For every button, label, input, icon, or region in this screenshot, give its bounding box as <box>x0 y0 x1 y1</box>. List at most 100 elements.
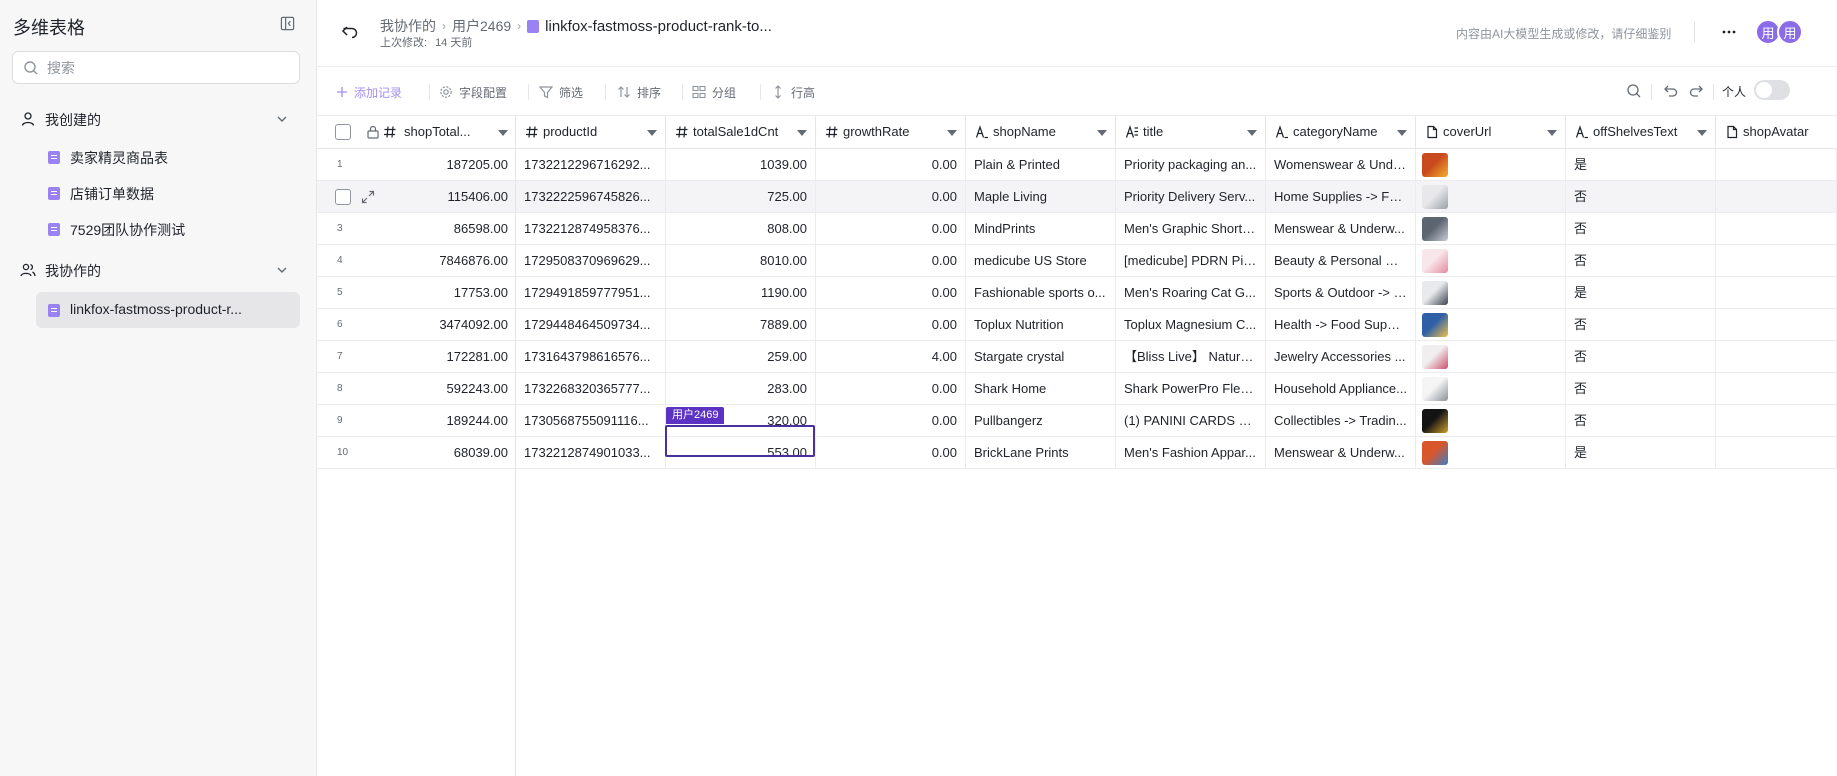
cell-title[interactable]: Men's Graphic Short-S... <box>1116 213 1266 245</box>
sidebar-item-team-test[interactable]: 7529团队协作测试 <box>36 211 300 247</box>
column-header-growthRate[interactable]: growthRate <box>816 116 966 149</box>
cell-coverUrl[interactable] <box>1416 245 1566 277</box>
cell-shopAvatar[interactable] <box>1716 341 1837 373</box>
cover-thumbnail[interactable] <box>1422 185 1448 209</box>
chevron-down-icon[interactable] <box>276 264 288 276</box>
more-icon[interactable] <box>1720 24 1738 40</box>
cell-shopName[interactable]: medicube US Store <box>966 245 1116 277</box>
field-config-button[interactable]: 字段配置 <box>439 83 507 101</box>
cell-productId[interactable]: 1732212874901033... <box>516 437 666 469</box>
cell-shopAvatar[interactable] <box>1716 437 1837 469</box>
column-header-shopTotal[interactable]: shopTotal... <box>362 116 516 149</box>
cell-offShelvesText[interactable]: 否 <box>1566 245 1716 277</box>
row-height-button[interactable]: 行高 <box>771 83 815 101</box>
cell-shopAvatar[interactable] <box>1716 245 1837 277</box>
cell-shopAvatar[interactable] <box>1716 213 1837 245</box>
cell-offShelvesText[interactable]: 否 <box>1566 373 1716 405</box>
cell-coverUrl[interactable] <box>1416 181 1566 213</box>
cell-coverUrl[interactable] <box>1416 373 1566 405</box>
cell-totalSale1dCnt[interactable]: 808.00 <box>666 213 816 245</box>
avatar[interactable]: 用 <box>1777 19 1803 45</box>
column-header-categoryName[interactable]: categoryName <box>1266 116 1416 149</box>
cell-coverUrl[interactable] <box>1416 213 1566 245</box>
cell-productId[interactable]: 1730568755091116... <box>516 405 666 437</box>
breadcrumb-collab[interactable]: 我协作的 <box>380 16 436 36</box>
cell-totalSale1dCnt[interactable]: 1039.00 <box>666 149 816 181</box>
cell-growthRate[interactable]: 4.00 <box>816 341 966 373</box>
cell-totalSale1dCnt[interactable]: 1190.00 <box>666 277 816 309</box>
cell-coverUrl[interactable] <box>1416 149 1566 181</box>
cell-shopName[interactable]: Plain & Printed <box>966 149 1116 181</box>
cell-categoryName[interactable]: Home Supplies -> Fes... <box>1266 181 1416 213</box>
column-menu-icon[interactable] <box>1097 130 1107 136</box>
cell-growthRate[interactable]: 0.00 <box>816 277 966 309</box>
cell-productId[interactable]: 1731643798616576... <box>516 341 666 373</box>
cell-shopName[interactable]: Fashionable sports o... <box>966 277 1116 309</box>
cover-thumbnail[interactable] <box>1422 313 1448 337</box>
cell-shopAvatar[interactable] <box>1716 309 1837 341</box>
cell-coverUrl[interactable] <box>1416 437 1566 469</box>
cell-title[interactable]: Priority packaging an... <box>1116 149 1266 181</box>
cell-coverUrl[interactable] <box>1416 405 1566 437</box>
cell-shopName[interactable]: Shark Home <box>966 373 1116 405</box>
table-row[interactable]: 115406.00 1732222596745826... 725.00 0.00 Ma… <box>317 181 1837 213</box>
filter-button[interactable]: 筛选 <box>539 83 583 101</box>
cell-shopAvatar[interactable] <box>1716 405 1837 437</box>
sidebar-item-seller-sprite[interactable]: 卖家精灵商品表 <box>36 139 300 175</box>
cell-title[interactable]: Priority Delivery Serv... <box>1116 181 1266 213</box>
cell-categoryName[interactable]: Menswear & Underw... <box>1266 437 1416 469</box>
section-created[interactable]: 我创建的 <box>12 102 302 136</box>
cell-categoryName[interactable]: Health -> Food Suppl... <box>1266 309 1416 341</box>
cell-shopName[interactable]: BrickLane Prints <box>966 437 1116 469</box>
cover-thumbnail[interactable] <box>1422 409 1448 433</box>
cell-categoryName[interactable]: Beauty & Personal Ca... <box>1266 245 1416 277</box>
table-row[interactable]: 9 189244.00 1730568755091116... 320.00 0.00 P… <box>317 405 1837 437</box>
cell-shopAvatar[interactable] <box>1716 277 1837 309</box>
sidebar-item-shop-orders[interactable]: 店铺订单数据 <box>36 175 300 211</box>
search-input[interactable] <box>47 58 287 78</box>
column-menu-icon[interactable] <box>1247 130 1257 136</box>
undo-icon[interactable] <box>1663 83 1679 99</box>
cell-productId[interactable]: 1732212296716292... <box>516 149 666 181</box>
cell-shopName[interactable]: MindPrints <box>966 213 1116 245</box>
cell-categoryName[interactable]: Menswear & Underw... <box>1266 213 1416 245</box>
cover-thumbnail[interactable] <box>1422 377 1448 401</box>
cell-title[interactable]: Men's Roaring Cat G... <box>1116 277 1266 309</box>
redo-icon[interactable] <box>1688 83 1704 99</box>
cell-offShelvesText[interactable]: 是 <box>1566 437 1716 469</box>
collapse-sidebar-icon[interactable] <box>280 16 295 31</box>
cell-productId[interactable]: 1729508370969629... <box>516 245 666 277</box>
cell-shopTotal[interactable]: 17753.00 <box>362 277 516 309</box>
cell-productId[interactable]: 1729491859777951... <box>516 277 666 309</box>
cell-growthRate[interactable]: 0.00 <box>816 245 966 277</box>
cell-title[interactable]: Toplux Magnesium C... <box>1116 309 1266 341</box>
cell-productId[interactable]: 1729448464509734... <box>516 309 666 341</box>
select-all-checkbox[interactable] <box>335 124 351 140</box>
breadcrumb-user[interactable]: 用户2469 <box>452 16 511 36</box>
cell-growthRate[interactable]: 0.00 <box>816 437 966 469</box>
table-row[interactable]: 5 17753.00 1729491859777951... 1190.00 0.00 F… <box>317 277 1837 309</box>
cell-coverUrl[interactable] <box>1416 341 1566 373</box>
sidebar-item-linkfox[interactable]: linkfox-fastmoss-product-r... <box>36 292 300 328</box>
cell-totalSale1dCnt[interactable]: 8010.00 <box>666 245 816 277</box>
chevron-down-icon[interactable] <box>276 113 288 125</box>
cell-growthRate[interactable]: 0.00 <box>816 373 966 405</box>
column-header-shopAvatar[interactable]: shopAvatar <box>1716 116 1837 149</box>
cell-offShelvesText[interactable]: 否 <box>1566 405 1716 437</box>
table-row[interactable]: 8 592243.00 1732268320365777... 283.00 0.00 S… <box>317 373 1837 405</box>
column-menu-icon[interactable] <box>797 130 807 136</box>
cover-thumbnail[interactable] <box>1422 345 1448 369</box>
doc-title[interactable]: linkfox-fastmoss-product-rank-to... <box>545 18 772 35</box>
cell-productId[interactable]: 1732212874958376... <box>516 213 666 245</box>
back-arrow-icon[interactable] <box>341 24 359 40</box>
cell-shopTotal[interactable]: 172281.00 <box>362 341 516 373</box>
cell-shopTotal[interactable]: 68039.00 <box>362 437 516 469</box>
cell-coverUrl[interactable] <box>1416 309 1566 341</box>
cell-totalSale1dCnt[interactable]: 259.00 <box>666 341 816 373</box>
cell-offShelvesText[interactable]: 否 <box>1566 309 1716 341</box>
column-menu-icon[interactable] <box>1697 130 1707 136</box>
sort-button[interactable]: 排序 <box>617 83 661 101</box>
column-header-shopName[interactable]: shopName <box>966 116 1116 149</box>
cell-categoryName[interactable]: Collectibles -> Tradin... <box>1266 405 1416 437</box>
cell-growthRate[interactable]: 0.00 <box>816 213 966 245</box>
